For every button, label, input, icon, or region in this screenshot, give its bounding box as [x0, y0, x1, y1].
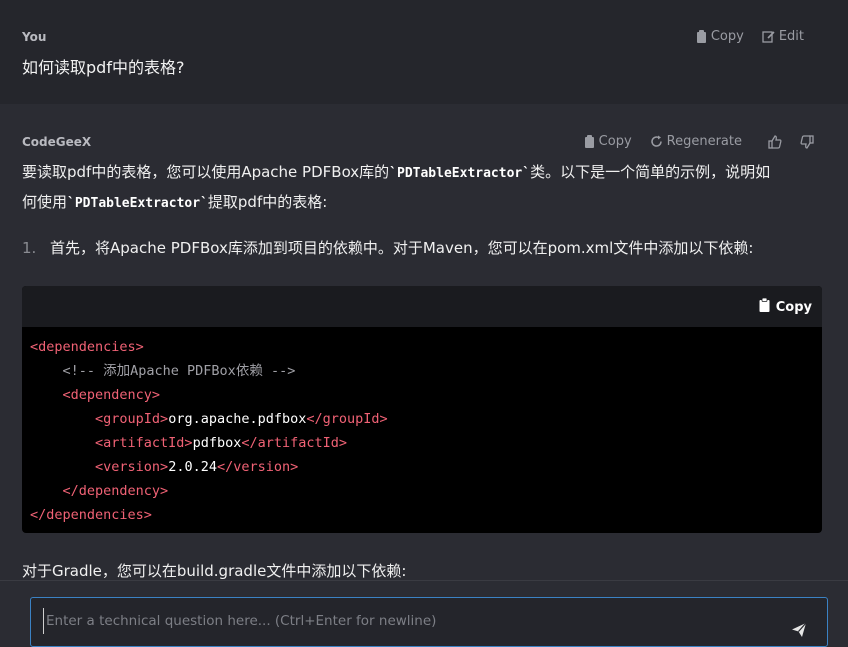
inline-code: `PDTableExtractor`	[67, 196, 208, 211]
chat-input-footer	[0, 580, 848, 647]
regenerate-label: Regenerate	[666, 134, 742, 149]
assistant-copy-button[interactable]: Copy	[584, 134, 632, 149]
list-item-text: 首先，将Apache PDFBox库添加到项目的依赖中。对于Maven，您可以在…	[50, 239, 754, 257]
user-message-actions: Copy Edit	[696, 29, 804, 44]
user-author-label: You	[22, 30, 47, 44]
assistant-message-block: CodeGeeX Copy Regenerate 要读取pdf中的表格，您可以使…	[0, 104, 848, 580]
assistant-author-label: CodeGeeX	[22, 135, 92, 149]
code-line: <!-- 添加Apache PDFBox依赖 -->	[62, 363, 296, 379]
assistant-message-actions: Copy Regenerate	[584, 134, 814, 149]
send-button[interactable]	[791, 622, 807, 642]
code-line: <dependencies>	[30, 339, 144, 355]
code-line: <dependency>	[62, 387, 161, 403]
clipboard-icon	[696, 30, 707, 43]
code-line: <version>2.0.24</version>	[95, 459, 299, 475]
intro-text-1b: 类。以下是一个简单的示例，说明如	[530, 163, 771, 181]
intro-text-1a: 要读取pdf中的表格，您可以使用Apache PDFBox库的	[22, 163, 390, 181]
code-line: </dependencies>	[30, 507, 152, 523]
assistant-copy-label: Copy	[598, 134, 632, 149]
clipboard-icon	[584, 135, 595, 148]
code-copy-button[interactable]: Copy	[759, 297, 812, 316]
user-copy-button[interactable]: Copy	[696, 29, 744, 44]
edit-icon	[762, 30, 775, 43]
gradle-paragraph: 对于Gradle，您可以在build.gradle文件中添加以下依赖:	[22, 562, 407, 580]
chat-input-container	[30, 597, 828, 647]
clipboard-icon	[759, 297, 770, 316]
thumbs-up-icon	[768, 134, 782, 149]
user-copy-label: Copy	[710, 29, 744, 44]
refresh-icon	[650, 135, 663, 148]
code-line: <artifactId>pdfbox</artifactId>	[95, 435, 348, 451]
code-block: Copy <dependencies> <!-- 添加Apache PDFBox…	[22, 286, 822, 533]
code-copy-label: Copy	[775, 299, 812, 315]
user-message-text: 如何读取pdf中的表格?	[22, 58, 185, 77]
thumbs-up-button[interactable]	[768, 134, 782, 149]
assistant-intro-paragraph: 要读取pdf中的表格，您可以使用Apache PDFBox库的`PDTableE…	[22, 158, 822, 218]
edit-button[interactable]: Edit	[762, 29, 804, 44]
edit-label: Edit	[778, 29, 804, 44]
code-line: </dependency>	[62, 483, 169, 499]
user-message-block: You Copy Edit 如何读取pdf中的表格?	[0, 0, 848, 104]
code-block-header: Copy	[22, 286, 822, 327]
thumbs-down-button[interactable]	[800, 134, 814, 149]
send-icon	[791, 622, 807, 642]
code-content: <dependencies> <!-- 添加Apache PDFBox依赖 --…	[22, 327, 822, 527]
code-line: <groupId>org.apache.pdfbox</groupId>	[95, 411, 388, 427]
inline-code: `PDTableExtractor`	[389, 166, 531, 181]
intro-text-2b: 提取pdf中的表格:	[207, 193, 328, 211]
regenerate-button[interactable]: Regenerate	[650, 134, 742, 149]
intro-text-2a: 何使用	[22, 193, 68, 211]
list-item-number: 1.	[22, 239, 37, 257]
list-item: 1. 首先，将Apache PDFBox库添加到项目的依赖中。对于Maven，您可…	[22, 234, 822, 262]
chat-input[interactable]	[43, 608, 768, 634]
thumbs-down-icon	[800, 134, 814, 149]
